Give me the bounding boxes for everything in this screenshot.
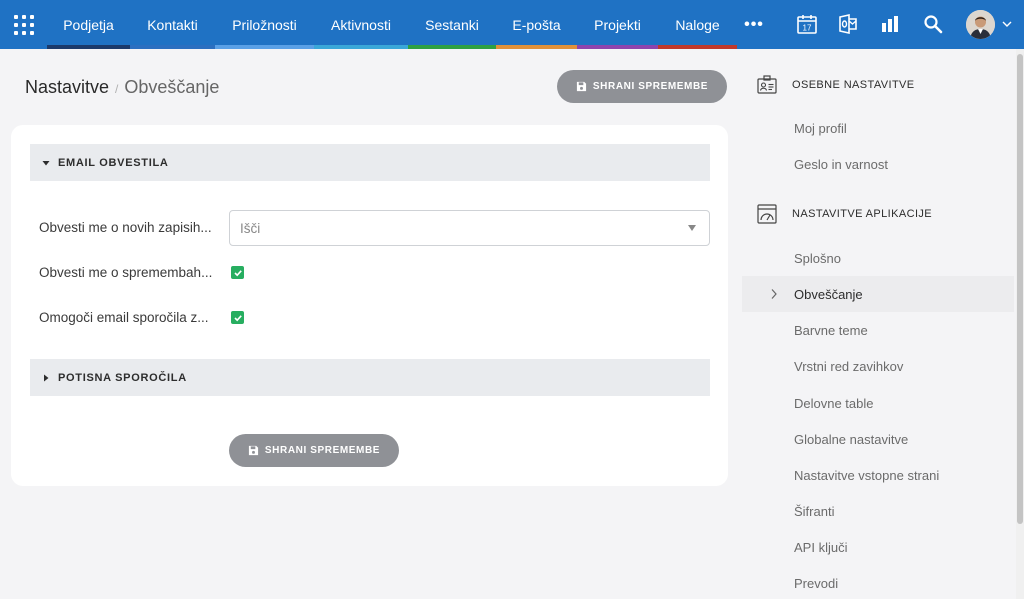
sidebar-item-label: Splošno	[794, 250, 841, 266]
section-title: EMAIL OBVESTILA	[58, 156, 169, 169]
breadcrumb-separator: /	[115, 82, 119, 96]
sidebar-item-label: Šifranti	[794, 503, 835, 519]
enable-email-checkbox[interactable]	[231, 311, 244, 324]
nav-item-color-bar	[658, 45, 737, 49]
dropdown-arrow-icon	[688, 225, 696, 231]
sidebar-item-label: Prevodi	[794, 575, 839, 591]
breadcrumb: Nastavitve / Obveščanje	[25, 77, 219, 98]
sidebar-item-obvescanje[interactable]: Obveščanje	[742, 276, 1014, 312]
nav-item-label: Priložnosti	[232, 16, 297, 33]
save-changes-button-bottom[interactable]: SHRANI SPREMEMBE	[229, 434, 399, 467]
scrollbar-thumb[interactable]	[1017, 54, 1023, 524]
select-placeholder: Išči	[240, 220, 261, 236]
sidebar-item-label: Globalne nastavitve	[794, 431, 909, 447]
group-title: NASTAVITVE APLIKACIJE	[792, 208, 933, 220]
sidebar-scrollbar[interactable]	[1016, 49, 1024, 599]
sidebar-item-barvne-teme[interactable]: Barvne teme	[742, 312, 1014, 348]
nav-item-aktivnosti[interactable]: Aktivnosti	[314, 0, 408, 49]
nav-item-label: Naloge	[675, 16, 720, 33]
user-avatar[interactable]	[966, 10, 995, 39]
outlook-icon[interactable]	[836, 12, 860, 36]
nav-item-sestanki[interactable]: Sestanki	[408, 0, 496, 49]
sidebar-item-globalne-nastavitve[interactable]: Globalne nastavitve	[742, 421, 1014, 457]
settings-sidebar: OSEBNE NASTAVITVE Moj profil Geslo in va…	[742, 49, 1014, 599]
checkmark-icon	[233, 314, 242, 321]
new-records-select[interactable]: Išči	[229, 210, 710, 246]
nav-item-label: E-pošta	[512, 16, 561, 33]
calendar-icon[interactable]: 17	[795, 12, 819, 36]
nav-item-naloge[interactable]: Naloge	[658, 0, 737, 49]
sidebar-item-label: API ključi	[794, 539, 848, 555]
nav-item-color-bar	[47, 45, 130, 49]
nav-item-color-bar	[496, 45, 577, 49]
section-title: POTISNA SPOROČILA	[58, 371, 187, 384]
nav-item-e-posta[interactable]: E-pošta	[496, 0, 577, 49]
apps-menu-button[interactable]	[0, 0, 47, 49]
floppy-disk-icon	[576, 81, 586, 92]
nav-item-label: Podjetja	[63, 16, 114, 33]
save-changes-button-top[interactable]: SHRANI SPREMEMBE	[557, 70, 727, 103]
sidebar-item-splosno[interactable]: Splošno	[742, 240, 1014, 276]
notification-settings-card: EMAIL OBVESTILA Obvesti me o novih zapis…	[11, 125, 728, 486]
checkmark-icon	[233, 269, 242, 276]
changes-label: Obvesti me o spremembah...	[39, 265, 213, 280]
nav-item-color-bar	[408, 45, 496, 49]
nav-item-label: Projekti	[594, 16, 641, 33]
nav-item-kontakti[interactable]: Kontakti	[130, 0, 215, 49]
chevron-down-icon[interactable]	[1000, 17, 1014, 31]
sidebar-item-api-kljuci[interactable]: API ključi	[742, 529, 1014, 565]
sidebar-item-vrstni-red-zavihkov[interactable]: Vrstni red zavihkov	[742, 348, 1014, 384]
sidebar-item-prevodi[interactable]: Prevodi	[742, 565, 1014, 599]
sidebar-item-delovne-table[interactable]: Delovne table	[742, 385, 1014, 421]
sidebar-item-nastavitve-vstopne-strani[interactable]: Nastavitve vstopne strani	[742, 457, 1014, 493]
nav-item-color-bar	[215, 45, 314, 49]
nav-item-label: Kontakti	[147, 16, 198, 33]
new-records-label: Obvesti me o novih zapisih...	[39, 220, 212, 235]
nav-item-label: Sestanki	[425, 16, 479, 33]
nav-item-priloznosti[interactable]: Priložnosti	[215, 0, 314, 49]
personal-settings-group: OSEBNE NASTAVITVE	[742, 67, 1014, 103]
nav-item-color-bar	[314, 45, 408, 49]
sidebar-item-sifranti[interactable]: Šifranti	[742, 493, 1014, 529]
nav-item-podjetja[interactable]: Podjetja	[47, 0, 130, 49]
app-settings-group: NASTAVITVE APLIKACIJE	[742, 196, 1014, 232]
apps-grid-icon	[13, 14, 34, 35]
push-notifications-section-header[interactable]: POTISNA SPOROČILA	[30, 359, 710, 396]
chevron-right-icon	[771, 289, 777, 299]
email-notifications-section-header[interactable]: EMAIL OBVESTILA	[30, 144, 710, 181]
sidebar-item-moj-profil[interactable]: Moj profil	[742, 110, 1014, 146]
save-button-label: SHRANI SPREMEMBE	[592, 81, 709, 92]
sidebar-item-label: Moj profil	[794, 120, 847, 136]
top-navigation-bar: Podjetja Kontakti Priložnosti Aktivnosti…	[0, 0, 1024, 49]
sidebar-item-label: Barvne teme	[794, 322, 868, 338]
breadcrumb-root[interactable]: Nastavitve	[25, 77, 109, 97]
caret-down-icon	[42, 159, 50, 167]
changes-checkbox[interactable]	[231, 266, 244, 279]
nav-item-color-bar	[130, 45, 215, 49]
calendar-day: 17	[803, 24, 812, 33]
caret-right-icon	[42, 374, 50, 382]
sidebar-item-label: Vrstni red zavihkov	[794, 358, 904, 374]
group-title: OSEBNE NASTAVITVE	[792, 79, 915, 91]
sidebar-item-label: Nastavitve vstopne strani	[794, 467, 940, 483]
enable-email-label: Omogoči email sporočila z...	[39, 310, 209, 325]
save-button-label: SHRANI SPREMEMBE	[264, 445, 381, 456]
dashboard-gauge-icon	[757, 204, 777, 224]
reports-chart-icon[interactable]	[878, 12, 902, 36]
more-nav-button[interactable]: •••	[737, 0, 771, 49]
nav-item-projekti[interactable]: Projekti	[577, 0, 658, 49]
nav-item-color-bar	[577, 45, 658, 49]
id-card-icon	[757, 75, 777, 94]
nav-item-label: Aktivnosti	[331, 16, 391, 33]
sidebar-item-label: Geslo in varnost	[794, 156, 888, 172]
sidebar-item-geslo-in-varnost[interactable]: Geslo in varnost	[742, 146, 1014, 182]
breadcrumb-current: Obveščanje	[124, 77, 220, 97]
sidebar-item-label: Obveščanje	[794, 286, 863, 302]
floppy-disk-icon	[248, 445, 258, 456]
sidebar-item-label: Delovne table	[794, 395, 874, 411]
search-icon[interactable]	[921, 12, 945, 36]
